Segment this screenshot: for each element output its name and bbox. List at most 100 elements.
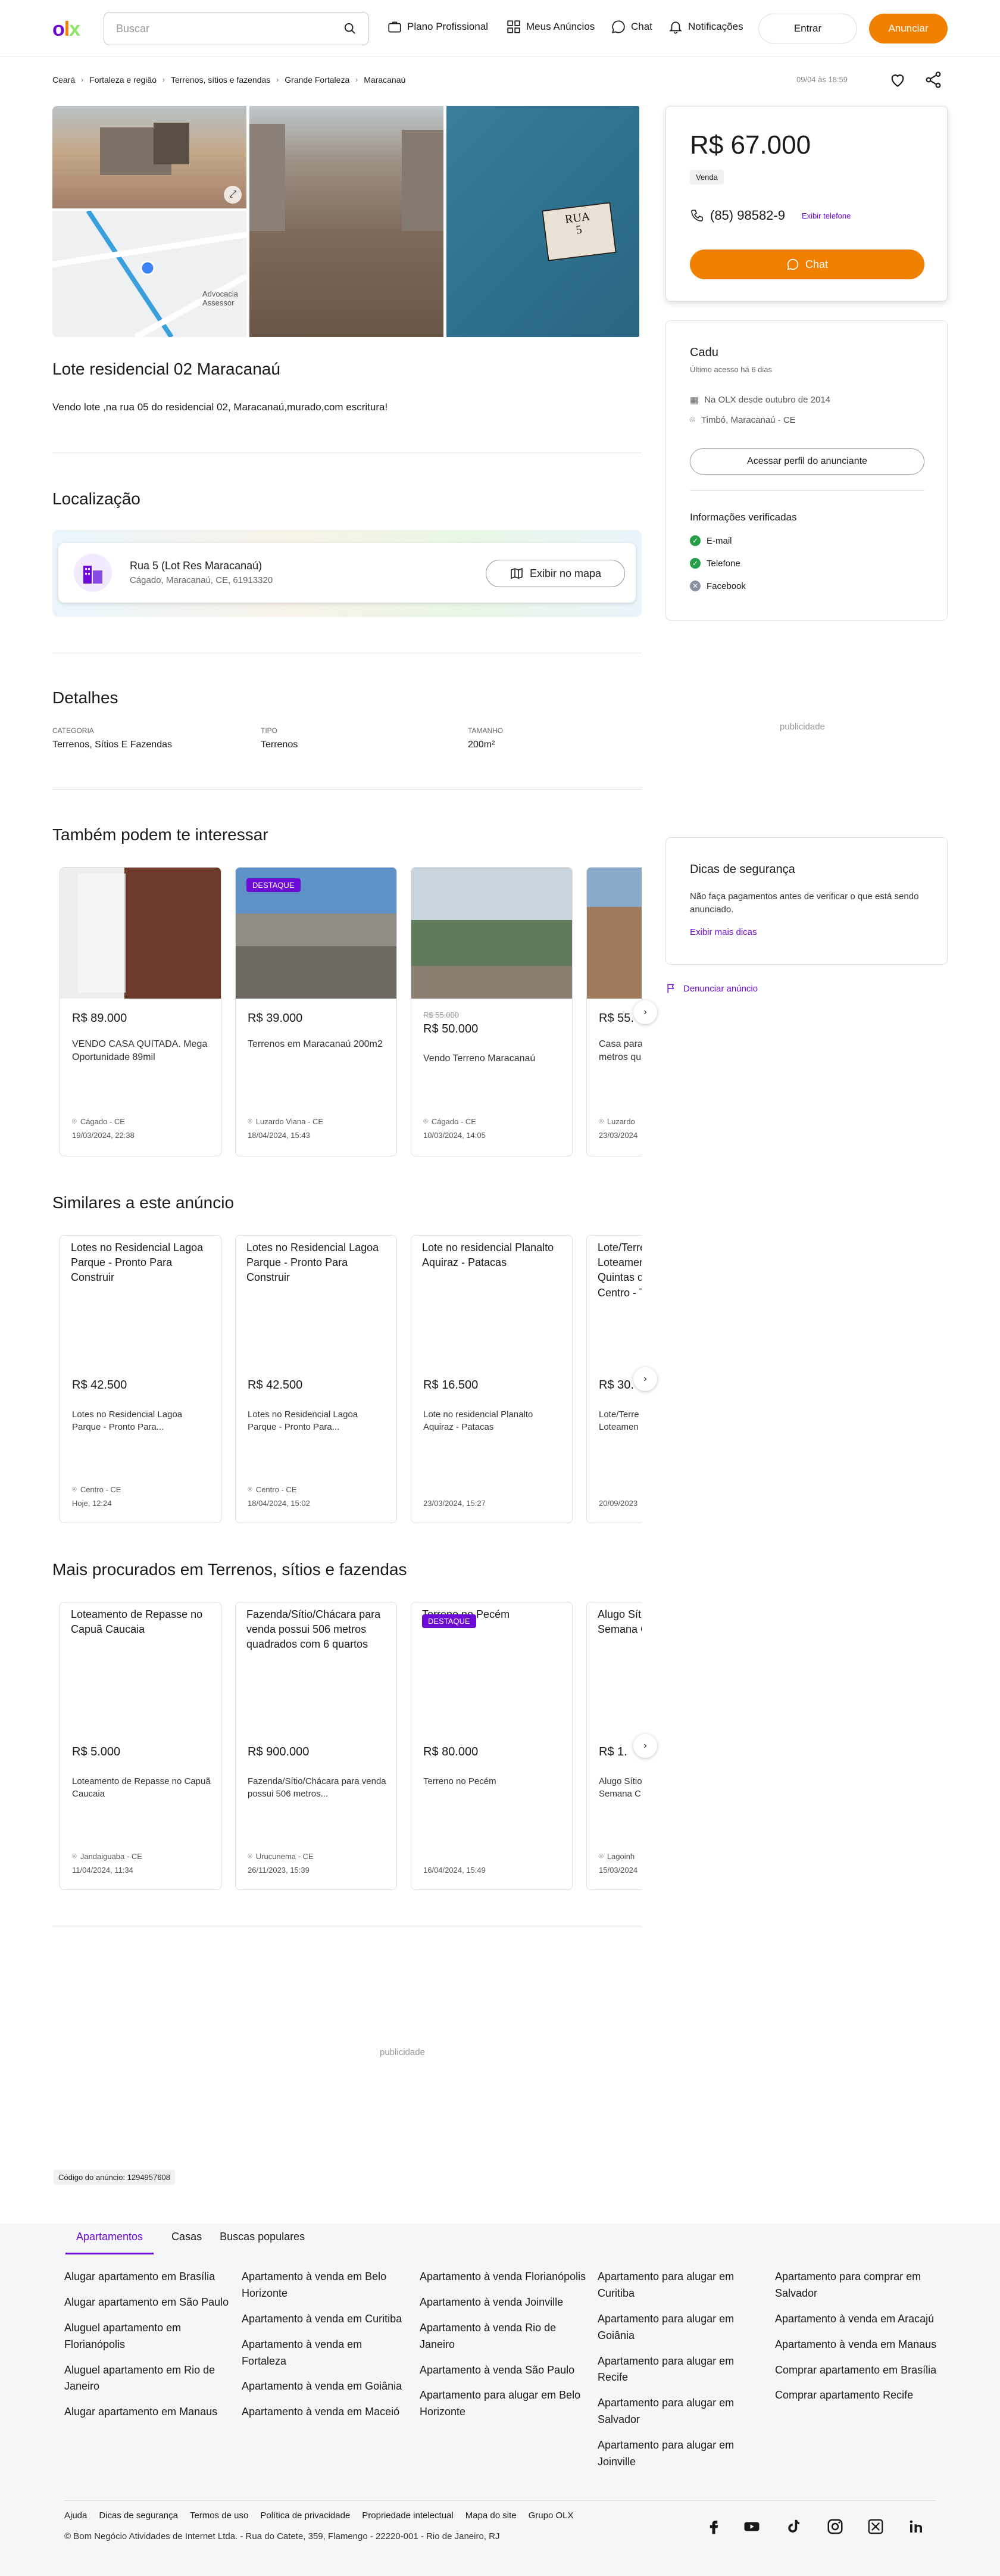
carousel-next-button[interactable]: › [633, 1000, 657, 1024]
footer-link[interactable]: Apartamento para alugar em Belo Horizont… [420, 2387, 586, 2421]
footer-link[interactable]: Apartamento à venda em Goiânia [242, 2378, 408, 2395]
footer-link[interactable]: Apartamento à venda Rio de Janeiro [420, 2320, 586, 2353]
footer-link[interactable]: Termos de uso [190, 2510, 248, 2521]
photo-gallery[interactable]: ⤢ Advocacia Assessor RUA 5 [52, 106, 642, 337]
photo-street-sign[interactable]: RUA 5 [446, 106, 639, 337]
search-input[interactable]: Buscar [104, 12, 369, 45]
footer-column: Apartamento para comprar em Salvador Apar… [775, 2269, 942, 2413]
last-access: Último acesso há 6 dias [690, 365, 773, 374]
listing-card[interactable]: Terreno no Pecém DESTAQUE R$ 80.000 Terr… [411, 1602, 573, 1890]
footer-link[interactable]: Ajuda [64, 2510, 87, 2521]
listing-card[interactable]: DESTAQUE R$ 39.000 Terrenos em Maracanaú… [235, 867, 397, 1156]
listing-card[interactable]: R$ 55.000 R$ 50.000 Vendo Terreno Maraca… [411, 867, 573, 1156]
photo-lot[interactable] [249, 106, 443, 337]
footer-link[interactable]: Propriedade intelectual [362, 2510, 453, 2521]
footer-link[interactable]: Apartamento para alugar em Goiânia [598, 2311, 764, 2344]
safety-more-link[interactable]: Exibir mais dicas [690, 927, 757, 937]
post-date: 09/04 às 18:59 [796, 75, 848, 84]
footer-tab-casas[interactable]: Casas [171, 2231, 202, 2254]
instagram-icon[interactable] [826, 2518, 844, 2536]
map-thumbnail[interactable]: Advocacia Assessor [52, 211, 246, 337]
footer-link[interactable]: Apartamento à venda em Belo Horizonte [242, 2269, 408, 2302]
footer-link[interactable]: Apartamento à venda São Paulo [420, 2362, 586, 2379]
carousel-next-button[interactable]: › [633, 1734, 657, 1758]
breadcrumb-item[interactable]: Maracanaú [364, 75, 405, 85]
listing-card[interactable]: Loteamento de Repasse no Capuã Caucaia R… [60, 1602, 221, 1890]
facebook-icon[interactable] [705, 2518, 723, 2536]
footer-link[interactable]: Apartamento para alugar em Curitiba [598, 2269, 764, 2302]
heart-icon[interactable] [888, 70, 907, 89]
footer-link[interactable]: Aluguel apartamento em Rio de Janeiro [64, 2362, 231, 2396]
x-twitter-icon[interactable] [867, 2518, 885, 2536]
chat-button[interactable]: Chat [690, 250, 924, 279]
footer-link[interactable]: Alugar apartamento em Brasília [64, 2269, 231, 2285]
ad-placeholder-label: publicidade [380, 2047, 425, 2057]
footer-link[interactable]: Apartamento à venda em Aracajú [775, 2311, 942, 2328]
destaque-badge: DESTAQUE [422, 1614, 476, 1628]
location-city: Cágado, Maracanaú, CE, 61913320 [130, 575, 273, 585]
breadcrumb-item[interactable]: Terrenos, sítios e fazendas [171, 75, 270, 85]
photo-wall[interactable]: ⤢ [52, 106, 246, 208]
footer-link[interactable]: Apartamento à venda Florianópolis [420, 2269, 586, 2285]
meus-anuncios-link[interactable]: Meus Anúncios [506, 19, 595, 35]
breadcrumb-item[interactable]: Ceará [52, 75, 75, 85]
footer-link[interactable]: Comprar apartamento Recife [775, 2387, 942, 2404]
footer-link[interactable]: Apartamento à venda em Fortaleza [242, 2337, 408, 2370]
breadcrumb-item[interactable]: Grande Fortaleza [285, 75, 349, 85]
show-phone-link[interactable]: Exibir telefone [802, 211, 851, 220]
listing-card[interactable]: Fazenda/Sítio/Chácara para venda possui … [235, 1602, 397, 1890]
divider [52, 789, 642, 790]
footer-link[interactable]: Aluguel apartamento em Florianópolis [64, 2320, 231, 2353]
chat-link[interactable]: Chat [611, 19, 652, 35]
plano-profissional-link[interactable]: Plano Profissional [387, 19, 488, 35]
x-circle-icon: ✕ [690, 581, 701, 591]
footer-link[interactable]: Grupo OLX [529, 2510, 574, 2521]
footer-link[interactable]: Apartamento à venda Joinville [420, 2294, 586, 2311]
anunciar-button[interactable]: Anunciar [869, 14, 948, 43]
tiktok-icon[interactable] [785, 2518, 802, 2536]
footer-link[interactable]: Apartamento para alugar em Recife [598, 2353, 764, 2387]
detail-tamanho: TAMANHO 200m² [468, 726, 504, 750]
footer-link[interactable]: Apartamento para comprar em Salvador [775, 2269, 942, 2302]
footer-link[interactable]: Apartamento à venda em Curitiba [242, 2311, 408, 2328]
footer-column: Apartamento à venda Florianópolis Apartam… [420, 2269, 586, 2430]
footer-link[interactable]: Apartamento à venda em Manaus [775, 2337, 942, 2353]
footer-link[interactable]: Alugar apartamento em São Paulo [64, 2294, 231, 2311]
entrar-button[interactable]: Entrar [758, 14, 857, 43]
footer-link[interactable]: Mapa do site [465, 2510, 517, 2521]
footer-link[interactable]: Apartamento para alugar em Salvador [598, 2395, 764, 2428]
listing-card[interactable]: R$ 89.000 VENDO CASA QUITADA. Mega Oport… [60, 867, 221, 1156]
footer-tabs: Apartamentos Casas Buscas populares [65, 2231, 305, 2254]
linkedin-icon[interactable] [907, 2518, 925, 2536]
listing-card[interactable]: Lote no residencial Planalto Aquiraz - P… [411, 1235, 573, 1523]
seller-profile-button[interactable]: Acessar perfil do anunciante [690, 448, 924, 475]
sale-tag: Venda [690, 170, 724, 185]
expand-icon[interactable]: ⤢ [224, 186, 242, 204]
footer-tab-buscas-populares[interactable]: Buscas populares [220, 2231, 305, 2254]
olx-logo[interactable]: olx [52, 18, 80, 41]
breadcrumb-item[interactable]: Fortaleza e região [89, 75, 157, 85]
footer-link[interactable]: Comprar apartamento em Brasília [775, 2362, 942, 2379]
footer-tab-apartamentos[interactable]: Apartamentos [65, 2231, 154, 2254]
footer-link[interactable]: Dicas de segurança [99, 2510, 178, 2521]
show-map-button[interactable]: Exibir no mapa [486, 560, 625, 587]
safety-box: Dicas de segurança Não faça pagamentos a… [665, 837, 948, 965]
share-icon[interactable] [924, 70, 943, 89]
youtube-icon[interactable] [743, 2518, 761, 2536]
report-ad-link[interactable]: Denunciar anúncio [665, 983, 758, 994]
carousel-next-button[interactable]: › [633, 1367, 657, 1391]
search-icon[interactable] [343, 22, 357, 35]
footer-link[interactable]: Política de privacidade [260, 2510, 350, 2521]
ad-title: Lote residencial 02 Maracanaú [52, 360, 280, 378]
footer-link[interactable]: Alugar apartamento em Manaus [64, 2404, 231, 2421]
chevron-right-icon: › [162, 76, 165, 84]
footer-link[interactable]: Apartamento para alugar em Joinville [598, 2437, 764, 2471]
popular-carousel: Loteamento de Repasse no Capuã Caucaia R… [60, 1602, 642, 1890]
listing-card[interactable]: Lotes no Residencial Lagoa Parque - Pron… [235, 1235, 397, 1523]
chevron-right-icon: › [643, 1007, 647, 1017]
footer-link[interactable]: Apartamento à venda em Maceió [242, 2404, 408, 2421]
notificacoes-link[interactable]: Notificações [668, 19, 743, 35]
copyright: © Bom Negócio Atividades de Internet Ltd… [64, 2531, 500, 2541]
verified-email: ✓ E-mail [690, 535, 732, 546]
listing-card[interactable]: Lotes no Residencial Lagoa Parque - Pron… [60, 1235, 221, 1523]
